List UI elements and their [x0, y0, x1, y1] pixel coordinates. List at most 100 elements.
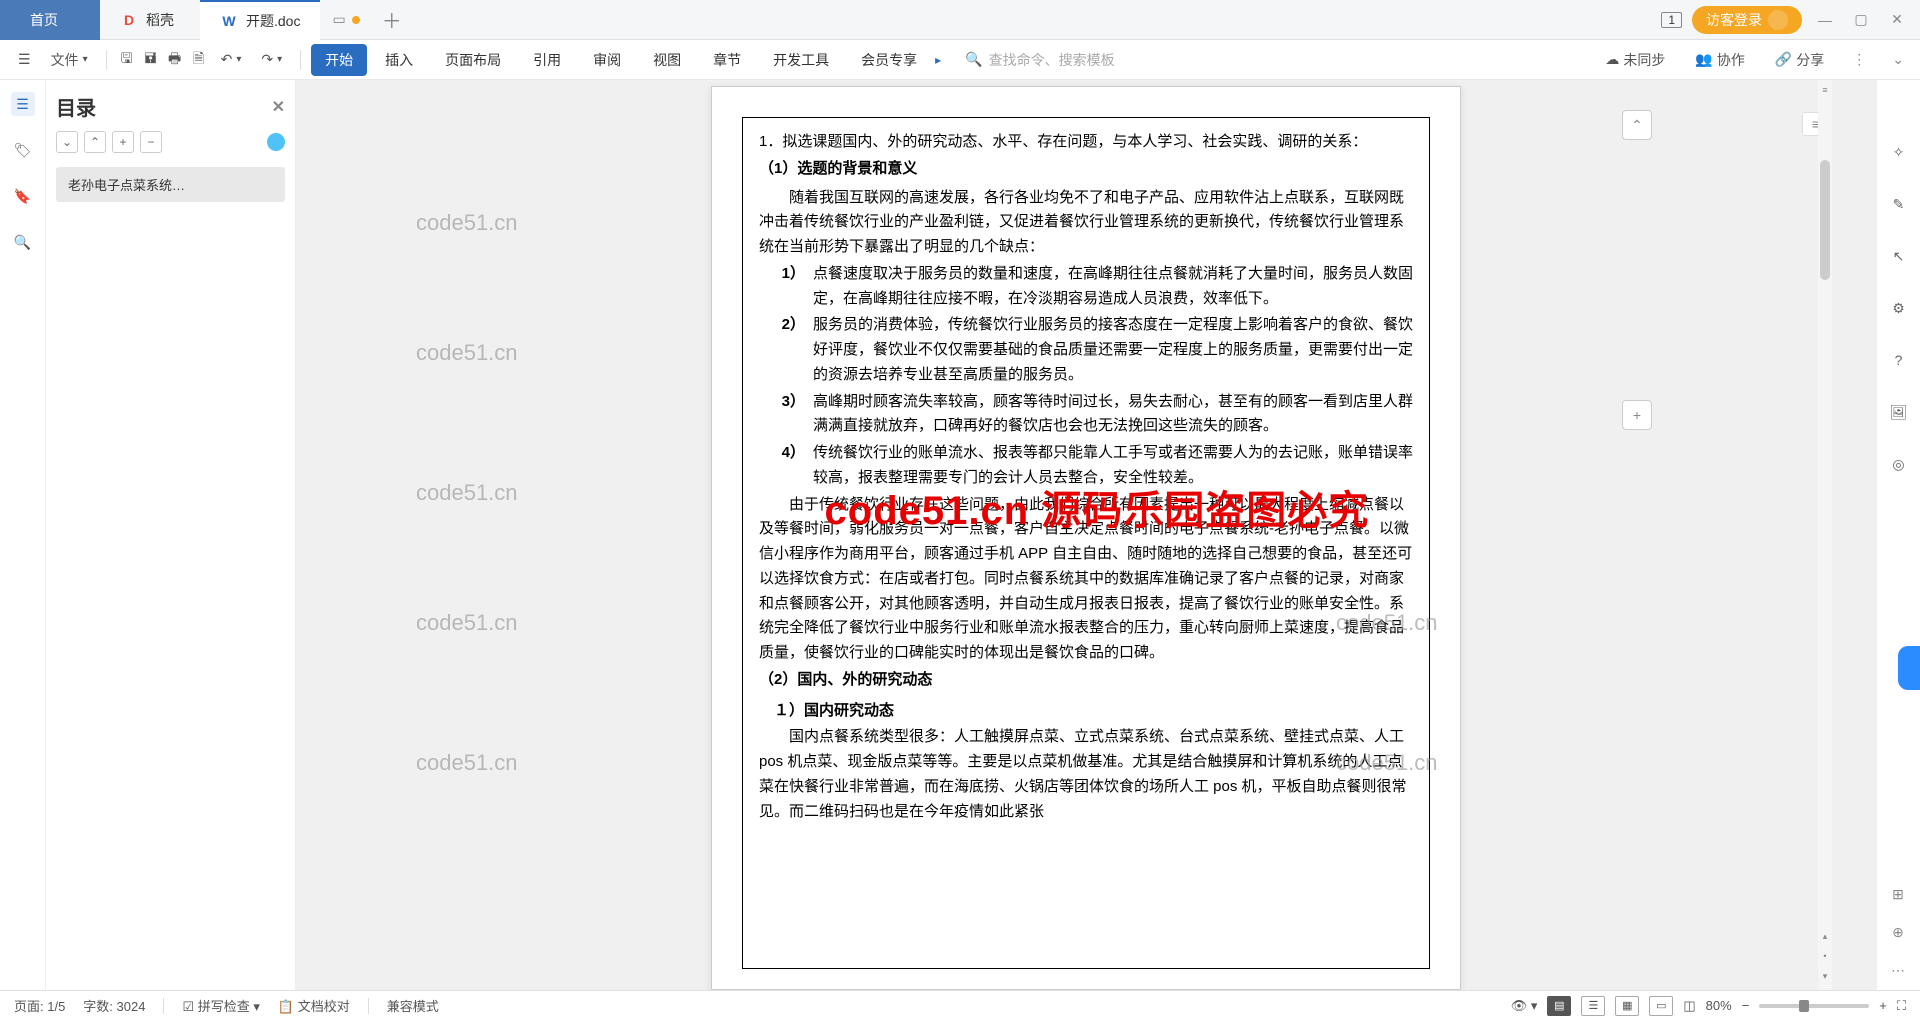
avatar-icon	[1768, 10, 1788, 30]
outline-item-1[interactable]: 老孙电子点菜系统…	[56, 167, 285, 202]
doc-heading: 1．拟选课题国内、外的研究动态、水平、存在问题，与本人学习、社会实践、调研的关系…	[759, 130, 1413, 155]
remove-heading-button[interactable]: −	[140, 131, 162, 153]
ribbon-tab-member[interactable]: 会员专享	[847, 44, 931, 76]
zoom-out-button[interactable]: −	[1742, 998, 1750, 1013]
page: 1．拟选课题国内、外的研究动态、水平、存在问题，与本人学习、社会实践、调研的关系…	[711, 86, 1461, 990]
outline-close-button[interactable]: ✕	[272, 97, 285, 117]
expand-all-button[interactable]: ⌃	[84, 131, 106, 153]
fullscreen-icon[interactable]: ⛶	[1897, 998, 1906, 1014]
close-button[interactable]: ✕	[1884, 7, 1910, 33]
settings-icon[interactable]: ⚙	[1887, 296, 1911, 320]
toolbar-more-icon[interactable]: ⋮	[1846, 51, 1872, 68]
tab-home[interactable]: 首页	[0, 0, 100, 40]
ribbon-more-icon[interactable]: ▸	[935, 53, 941, 67]
side-flyout-tab[interactable]	[1898, 646, 1920, 690]
collapse-ribbon-icon[interactable]: ⌄	[1886, 51, 1910, 68]
tab-document[interactable]: W 开题.doc	[200, 0, 320, 40]
watermark: code51.cn	[416, 610, 518, 636]
workspace: ☰ 🏷 🔖 🔍 目录 ✕ ⌄ ⌃ + − 老孙电子点菜系统… code51.cn…	[0, 80, 1920, 990]
select-icon[interactable]: ↖	[1887, 244, 1911, 268]
scroll-page-down-icon[interactable]: ▾	[1818, 966, 1832, 986]
notification-badge[interactable]: 1	[1661, 12, 1682, 28]
watermark: code51.cn	[416, 210, 518, 236]
print-preview-icon[interactable]: 🗎	[189, 50, 209, 70]
new-tab-button[interactable]: ＋	[372, 5, 412, 34]
login-label: 访客登录	[1706, 10, 1762, 30]
magic-icon[interactable]: ✧	[1887, 140, 1911, 164]
ribbon-tab-references[interactable]: 引用	[519, 44, 575, 76]
scroll-thumb[interactable]	[1820, 160, 1830, 280]
zoom-in-button[interactable]: +	[1879, 998, 1887, 1013]
print-icon[interactable]: 🖶	[165, 50, 185, 70]
search-placeholder: 查找命令、搜索模板	[989, 50, 1115, 70]
view-page-icon[interactable]: ▤	[1547, 996, 1571, 1016]
edit-icon[interactable]: ✎	[1887, 192, 1911, 216]
tag-icon[interactable]: 🏷	[11, 138, 35, 162]
doc-h2-1: １）国内研究动态	[774, 699, 1413, 724]
zoom-slider[interactable]	[1759, 1004, 1869, 1008]
ribbon-tab-layout[interactable]: 页面布局	[431, 44, 515, 76]
undo-button[interactable]: ↶ ▾	[213, 47, 250, 72]
bookmark-icon[interactable]: 🔖	[11, 184, 35, 208]
save-as-icon[interactable]: 🖬	[141, 50, 161, 70]
view-read-icon[interactable]: ▭	[1649, 996, 1673, 1016]
page-counter[interactable]: 页面: 1/5	[14, 996, 65, 1015]
outline-sync-icon[interactable]	[267, 133, 285, 151]
doc-p2: 由于传统餐饮行业存在这些问题，由此我们综合所有因素提出一种可以最大程度上缩减点餐…	[759, 493, 1413, 666]
outline-toggle-icon[interactable]: ☰	[11, 92, 35, 116]
tab-docker[interactable]: D 稻壳	[100, 0, 200, 40]
tool-a-icon[interactable]: ⊞	[1886, 882, 1910, 906]
scroll-up-icon[interactable]: ≡	[1818, 80, 1832, 100]
ribbon-tab-start[interactable]: 开始	[311, 44, 367, 76]
save-icon[interactable]: 🖫	[117, 50, 137, 70]
search-icon: 🔍	[965, 51, 982, 68]
collab-button[interactable]: 👥 协作	[1687, 46, 1752, 74]
search-input[interactable]: 🔍 查找命令、搜索模板	[965, 50, 1185, 70]
ribbon-tab-devtools[interactable]: 开发工具	[759, 44, 843, 76]
ribbon-tab-review[interactable]: 审阅	[579, 44, 635, 76]
ribbon-tab-view[interactable]: 视图	[639, 44, 695, 76]
screen-icon: ▭	[332, 11, 345, 28]
scroll-page-up-icon[interactable]: ▴	[1818, 926, 1832, 946]
circle-tool-icon[interactable]: ◎	[1887, 452, 1911, 476]
maximize-button[interactable]: ▢	[1848, 7, 1874, 33]
doc-h1-1: （1）选题的背景和意义	[759, 157, 1413, 182]
word-count[interactable]: 字数: 3024	[83, 996, 145, 1015]
redo-button[interactable]: ↷ ▾	[253, 47, 290, 72]
image-tool-icon[interactable]: 🖼	[1887, 400, 1911, 424]
doc-list-4: 传统餐饮行业的账单流水、报表等都只能靠人工手写或者还需要人为的去记账，账单错误率…	[813, 441, 1413, 491]
help-icon[interactable]: ?	[1887, 348, 1911, 372]
outline-title: 目录	[56, 92, 96, 121]
cloud-icon: ☁	[1605, 51, 1619, 68]
hamburger-menu[interactable]: ☰	[10, 47, 39, 72]
tab-docker-label: 稻壳	[146, 10, 174, 30]
tool-b-icon[interactable]: ⊕	[1886, 920, 1910, 944]
proofread-button[interactable]: 📋 文档校对	[278, 996, 350, 1015]
file-menu[interactable]: 文件 ▾	[43, 46, 96, 74]
doc-p1: 随着我国互联网的高速发展，各行各业均免不了和电子产品、应用软件沾上点联系，互联网…	[759, 186, 1413, 260]
eye-icon[interactable]: 👁 ▾	[1511, 998, 1538, 1014]
compat-mode: 兼容模式	[387, 996, 439, 1015]
login-button[interactable]: 访客登录	[1692, 6, 1802, 34]
view-web-icon[interactable]: ▦	[1615, 996, 1639, 1016]
ribbon-tab-section[interactable]: 章节	[699, 44, 755, 76]
doc-p3: 国内点餐系统类型很多：人工触摸屏点菜、立式点菜系统、台式点菜系统、壁挂式点菜、人…	[759, 725, 1413, 824]
vertical-scrollbar[interactable]: ≡ ▴ • ▾	[1818, 80, 1832, 990]
more-tools-icon[interactable]: ⋯	[1886, 958, 1910, 982]
add-heading-button[interactable]: +	[112, 131, 134, 153]
view-outline-icon[interactable]: ☰	[1581, 996, 1605, 1016]
toolbar: ☰ 文件 ▾ 🖫 🖬 🖶 🗎 ↶ ▾ ↷ ▾ 开始 插入 页面布局 引用 审阅 …	[0, 40, 1920, 80]
share-button[interactable]: 🔗 分享	[1767, 46, 1832, 74]
collapse-all-button[interactable]: ⌄	[56, 131, 78, 153]
search-rail-icon[interactable]: 🔍	[11, 230, 35, 254]
sync-button[interactable]: ☁ 未同步	[1597, 46, 1673, 74]
scroll-dot-icon[interactable]: •	[1818, 946, 1832, 966]
minimize-button[interactable]: —	[1812, 7, 1838, 33]
page-add-button[interactable]: +	[1622, 400, 1652, 430]
spellcheck-button[interactable]: ☑ 拼写检查 ▾	[182, 996, 259, 1015]
ruler-icon[interactable]: ◫	[1683, 998, 1695, 1014]
page-collapse-button[interactable]: ⌃	[1622, 110, 1652, 140]
doc-list-3: 高峰期时顾客流失率较高，顾客等待时间过长，易失去耐心，甚至有的顾客一看到店里人群…	[813, 390, 1413, 440]
zoom-value[interactable]: 80%	[1706, 998, 1732, 1013]
ribbon-tab-insert[interactable]: 插入	[371, 44, 427, 76]
